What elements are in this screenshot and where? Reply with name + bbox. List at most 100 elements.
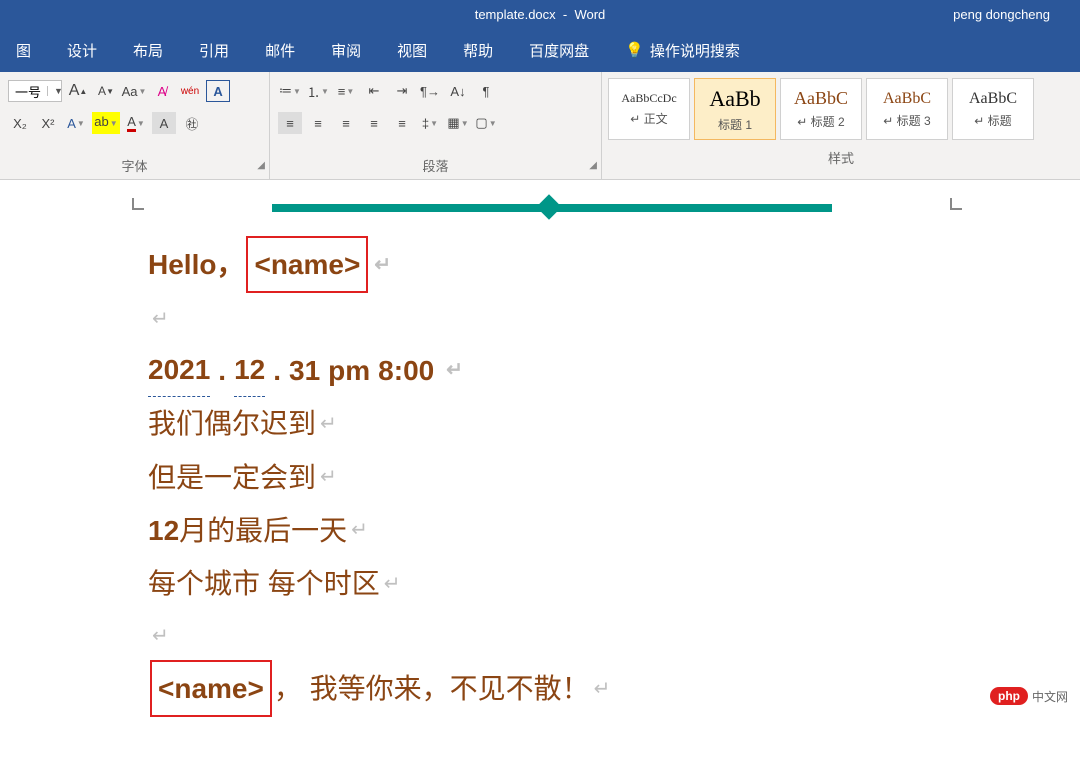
return-icon: ↵ [152,623,169,648]
tell-me[interactable]: 💡 操作说明搜索 [619,36,746,65]
align-left-button[interactable]: ≡ [278,112,302,134]
highlight-button[interactable]: ab▼ [92,112,120,134]
return-icon: ↵ [320,458,337,496]
group-paragraph: ≔▼ ⒈▼ ≡▼ ⇤ ⇥ ¶→ A↓ ¶ ≡ ≡ ≡ ≡ ≡ ‡▼ ▦▼ ▢▼ … [270,72,602,179]
menu-bar: 图 设计 布局 引用 邮件 审阅 视图 帮助 百度网盘 💡 操作说明搜索 [0,28,1080,72]
text-effects-button[interactable]: A▼ [64,112,88,134]
doc-line-6[interactable]: 每个城市 每个时区↵ [148,557,1080,610]
styles-gallery: AaBbCcDc↵ 正文AaBb标题 1AaBbC↵ 标题 2AaBbC↵ 标题… [602,72,1080,146]
menu-review[interactable]: 审阅 [325,36,367,65]
group-styles: AaBbCcDc↵ 正文AaBb标题 1AaBbC↵ 标题 2AaBbC↵ 标题… [602,72,1080,179]
date-dot: . [218,344,226,397]
increase-indent-button[interactable]: ⇥ [390,80,414,102]
menu-view-partial[interactable]: 图 [10,36,37,65]
group-paragraph-label: 段落◢ [270,154,601,179]
subscript-button[interactable]: X₂ [8,112,32,134]
line-spacing-button[interactable]: ‡▼ [418,112,442,134]
return-icon: ↵ [152,306,169,331]
change-case-button[interactable]: Aa▼ [122,80,146,102]
return-icon: ↵ [351,511,368,549]
date-dot: . [273,344,281,397]
show-marks-button[interactable]: ¶ [474,80,498,102]
style-name: ↵ 标题 2 [797,113,844,130]
decrease-indent-button[interactable]: ⇤ [362,80,386,102]
menu-layout[interactable]: 布局 [127,36,169,65]
char-shading-button[interactable]: A [152,112,176,134]
style-option[interactable]: AaBbC↵ 标题 3 [866,78,948,140]
menu-baidu[interactable]: 百度网盘 [523,36,595,65]
borders-button[interactable]: ▢▼ [474,112,498,134]
style-option[interactable]: AaBbCcDc ↵ 正文 [608,78,690,140]
superscript-button[interactable]: X² [36,112,60,134]
font-color-button[interactable]: A▼ [124,112,148,134]
launcher-icon[interactable]: ◢ [257,160,265,171]
doc-line-5[interactable]: 12 月的最后一天↵ [148,504,1080,557]
menu-references[interactable]: 引用 [193,36,235,65]
style-preview: AaBbC [969,90,1017,108]
shrink-font-button[interactable]: A▼ [94,80,118,102]
sort-button[interactable]: A↓ [446,80,470,102]
style-name: ↵ 标题 [974,112,1011,129]
ruler-diamond-icon[interactable] [536,194,561,219]
font-size-value: 一号 [9,82,47,101]
phonetic-button[interactable]: wén [178,80,202,102]
align-right-button[interactable]: ≡ [334,112,358,134]
doc-line-greeting[interactable]: Hello， <name> ↵ [148,236,1080,293]
greeting-prefix: Hello， [148,238,244,291]
doc-empty-line[interactable]: ↵ [148,293,1080,343]
document-area: Hello， <name> ↵ ↵ 2021 . 12 . 31 pm 8:00… [0,180,1080,717]
char-border-button[interactable]: A [206,80,230,102]
style-name: ↵ 标题 3 [883,112,930,129]
line8-rest: ， 我等你来，不见不散！ [274,662,590,715]
style-option[interactable]: AaBbC↵ 标题 2 [780,78,862,140]
group-styles-label: 样式 [602,146,1080,171]
placeholder-name[interactable]: <name> [150,660,272,717]
style-preview: AaBbCcDc [621,91,676,106]
return-icon: ↵ [446,351,463,389]
placeholder-name[interactable]: <name> [246,236,368,293]
style-name: ↵ 正文 [630,110,667,127]
group-font: 一号 ▼ A▲ A▼ Aa▼ A̸ wén A X₂ X² A▼ ab▼ A▼ … [0,72,270,179]
app-title: template.docx - Word [475,7,606,22]
align-center-button[interactable]: ≡ [306,112,330,134]
enclosed-char-button[interactable]: ㊓ [180,112,204,134]
style-option[interactable]: AaBbC ↵ 标题 [952,78,1034,140]
numbering-button[interactable]: ⒈▼ [306,80,330,102]
ruler-right-marker[interactable] [950,198,962,210]
font-size-selector[interactable]: 一号 ▼ [8,80,62,102]
doc-empty-line[interactable]: ↵ [148,610,1080,660]
return-icon: ↵ [384,565,401,603]
style-preview: AaBb [709,86,760,112]
doc-line-8[interactable]: <name> ， 我等你来，不见不散！ ↵ [148,660,1080,717]
title-bar: template.docx - Word peng dongcheng [0,0,1080,28]
ruler-indent-marker[interactable] [132,198,144,210]
date-ampm: pm [328,344,370,397]
menu-help[interactable]: 帮助 [457,36,499,65]
shading-button[interactable]: ▦▼ [446,112,470,134]
page-content[interactable]: Hello， <name> ↵ ↵ 2021 . 12 . 31 pm 8:00… [0,216,1080,717]
return-icon: ↵ [374,246,391,284]
align-distribute-button[interactable]: ≡ [390,112,414,134]
ltr-button[interactable]: ¶→ [418,80,442,102]
menu-design[interactable]: 设计 [61,36,103,65]
bulb-icon: 💡 [625,41,644,59]
bullets-button[interactable]: ≔▼ [278,80,302,102]
user-name[interactable]: peng dongcheng [953,7,1050,22]
style-name: 标题 1 [718,116,752,133]
ruler[interactable] [0,198,1080,216]
doc-line-4[interactable]: 但是一定会到↵ [148,451,1080,504]
style-option[interactable]: AaBb 标题 1 [694,78,776,140]
align-justify-button[interactable]: ≡ [362,112,386,134]
tell-me-label: 操作说明搜索 [650,40,740,61]
date-year: 2021 [148,343,210,397]
doc-line-date[interactable]: 2021 . 12 . 31 pm 8:00 ↵ [148,343,1080,397]
return-icon: ↵ [594,670,611,708]
watermark-text: 中文网 [1032,688,1068,705]
menu-mailings[interactable]: 邮件 [259,36,301,65]
grow-font-button[interactable]: A▲ [66,80,90,102]
doc-line-3[interactable]: 我们偶尔迟到↵ [148,397,1080,450]
clear-format-button[interactable]: A̸ [150,80,174,102]
launcher-icon[interactable]: ◢ [589,160,597,171]
menu-view[interactable]: 视图 [391,36,433,65]
multilevel-button[interactable]: ≡▼ [334,80,358,102]
